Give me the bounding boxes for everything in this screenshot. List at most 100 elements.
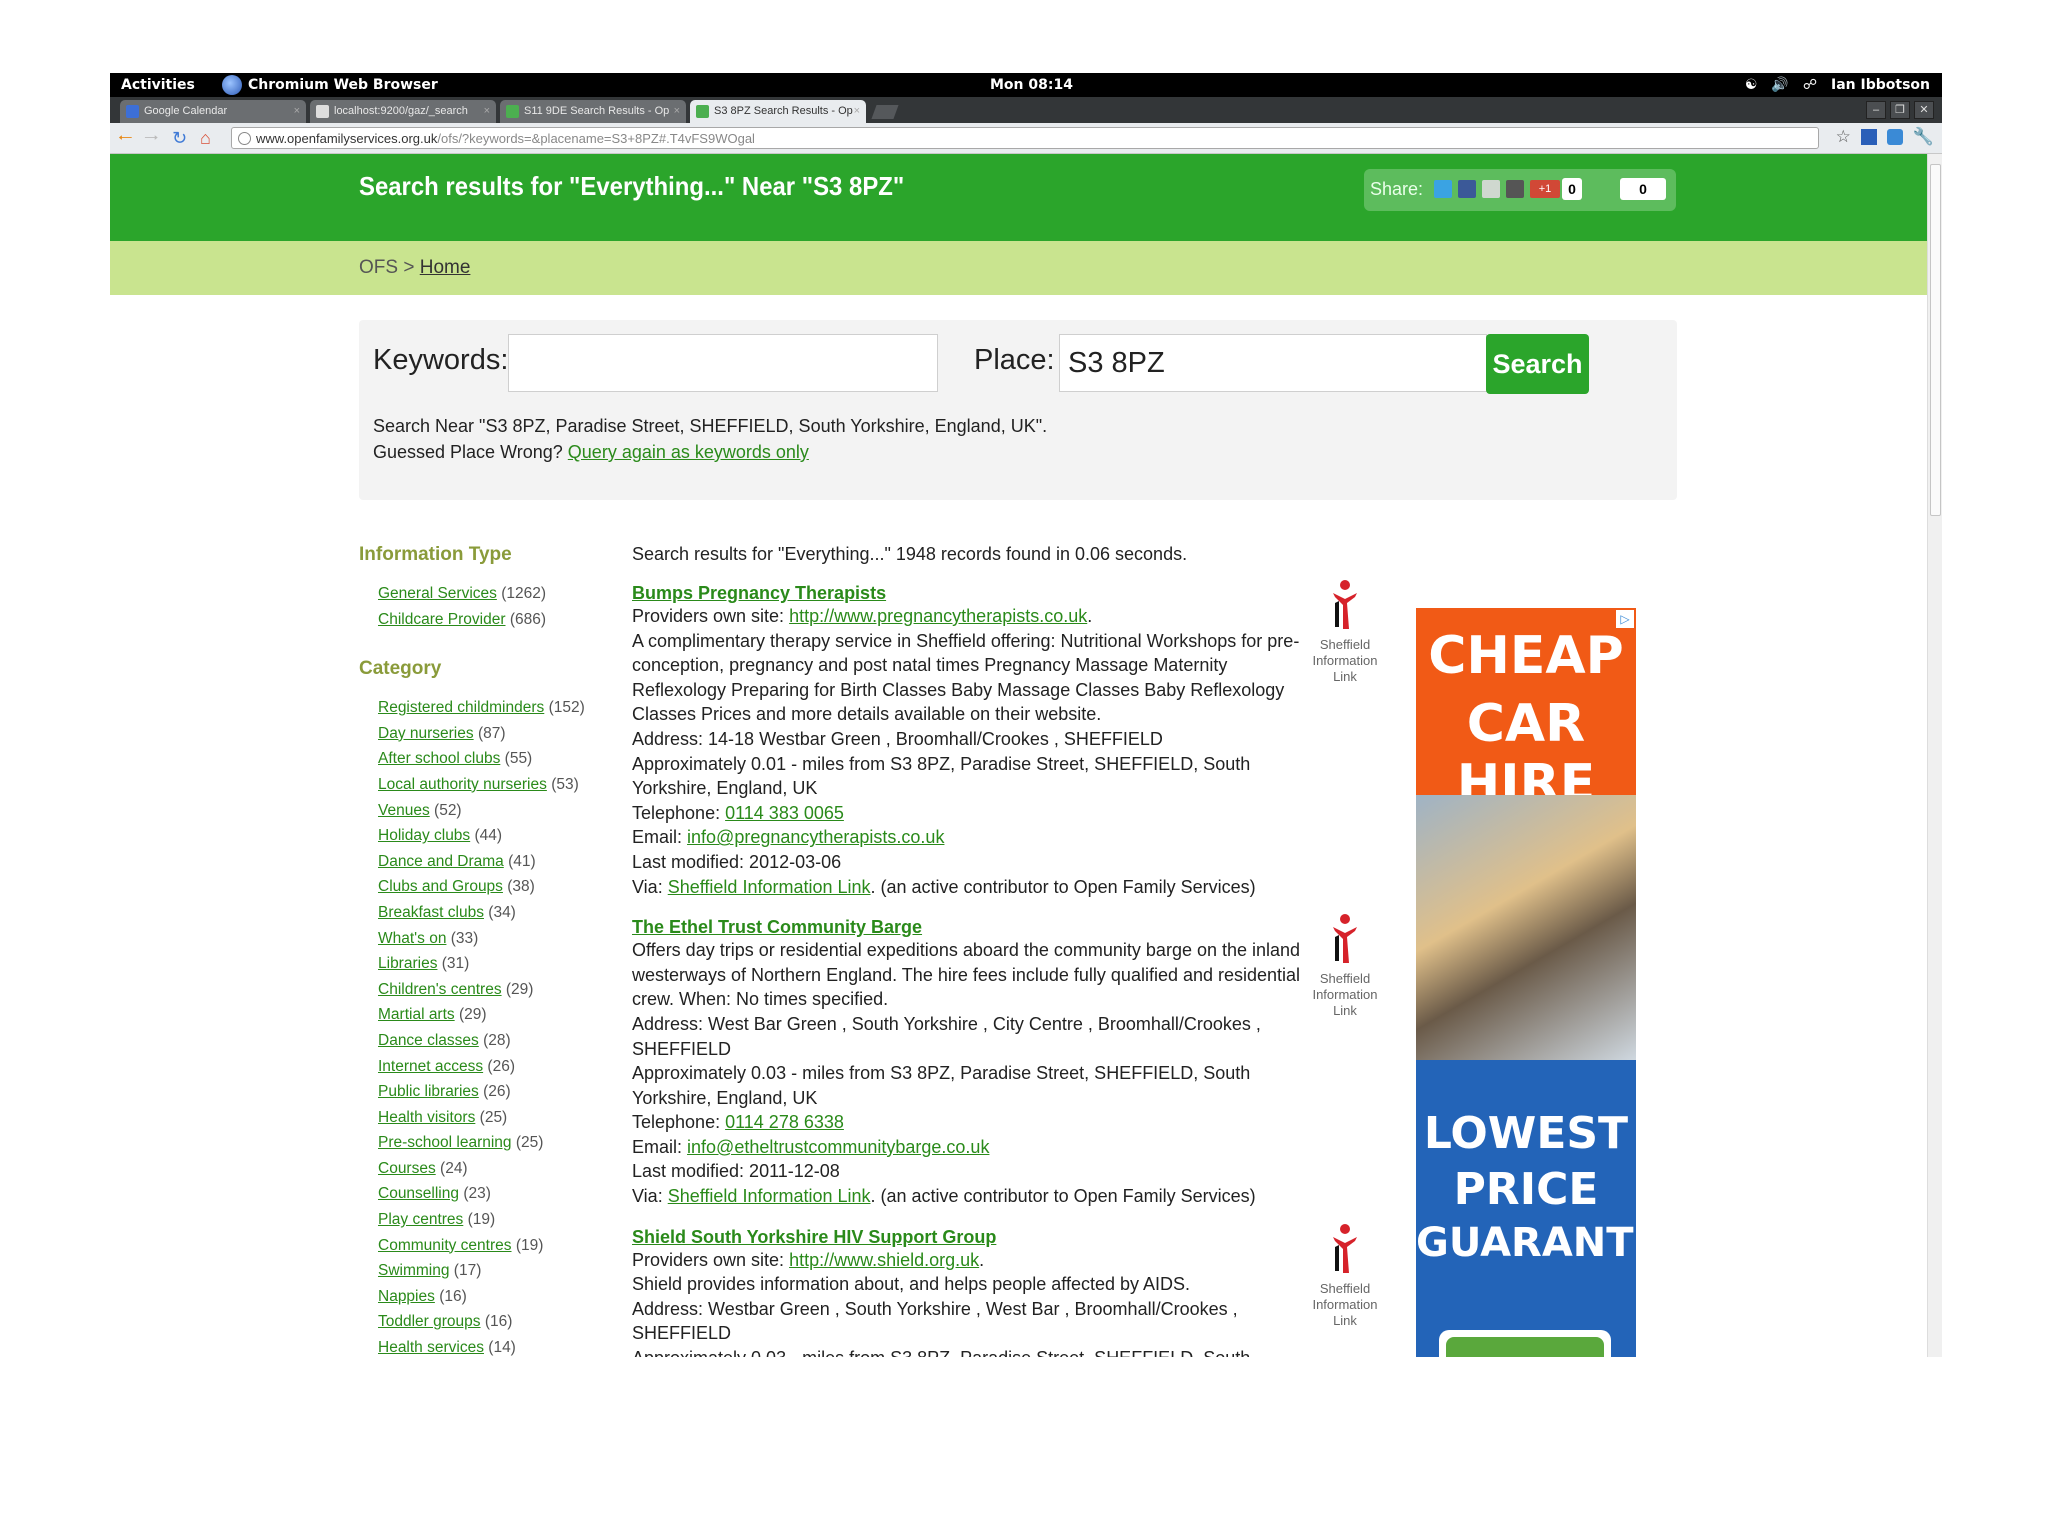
page-scrollbar[interactable] — [1927, 154, 1942, 1357]
category-facet-link[interactable]: Children's centres — [378, 981, 502, 998]
like-count: 0 — [1620, 178, 1666, 200]
print-icon[interactable] — [1506, 180, 1524, 198]
provider-site-link[interactable]: http://www.pregnancytherapists.co.uk — [789, 606, 1087, 626]
google-plus-icon[interactable]: +1 — [1530, 180, 1560, 198]
category-heading: Category — [359, 658, 442, 680]
category-facet-link[interactable]: Clubs and Groups — [378, 878, 503, 895]
category-facet-link[interactable]: After school clubs — [378, 750, 500, 767]
category-facet-link[interactable]: Play centres — [378, 1211, 463, 1228]
place-input[interactable] — [1059, 334, 1487, 392]
extension-icon[interactable] — [1860, 129, 1877, 145]
category-facet-link[interactable]: Community centres — [378, 1237, 512, 1254]
telephone-link[interactable]: 0114 383 0065 — [725, 803, 844, 823]
category-facet-link[interactable]: Martial arts — [378, 1006, 455, 1023]
result-item: Bumps Pregnancy Therapists Providers own… — [632, 580, 1378, 899]
category-facet-link[interactable]: Swimming — [378, 1262, 449, 1279]
result-address: Address: Westbar Green , South Yorkshire… — [632, 1298, 1238, 1344]
close-tab-icon[interactable]: × — [854, 100, 860, 123]
volume-icon[interactable]: 🔊 — [1771, 77, 1788, 93]
result-title-link[interactable]: The Ethel Trust Community Barge — [632, 917, 1342, 938]
category-facet-link[interactable]: Breakfast clubs — [378, 904, 484, 921]
scrollbar-thumb[interactable] — [1930, 164, 1941, 516]
result-via: Via: Sheffield Information Link. (an act… — [632, 876, 1256, 897]
back-icon[interactable]: 🠀 — [118, 127, 133, 149]
category-facet-count: (55) — [504, 750, 533, 768]
facebook-icon[interactable] — [1458, 180, 1476, 198]
wrench-menu-icon[interactable]: 🔧 — [1913, 127, 1934, 147]
adchoices-icon[interactable]: ▷ — [1616, 610, 1634, 628]
category-facet-link[interactable]: Libraries — [378, 955, 437, 972]
category-facet-link[interactable]: Dance classes — [378, 1032, 479, 1049]
ad-headline-1: CHEAP — [1428, 626, 1624, 686]
email-icon[interactable] — [1482, 180, 1500, 198]
email-link[interactable]: info@etheltrustcommunitybarge.co.uk — [687, 1137, 989, 1157]
via-link[interactable]: Sheffield Information Link — [668, 877, 871, 897]
provider-site: Providers own site: http://www.pregnancy… — [632, 606, 1093, 626]
close-tab-icon[interactable]: × — [294, 100, 300, 123]
new-tab-button[interactable] — [871, 105, 899, 119]
category-facet-link[interactable]: Internet access — [378, 1058, 483, 1075]
app-menu[interactable]: Chromium Web Browser — [248, 77, 438, 93]
ad-search-button[interactable]: Search — [1439, 1330, 1611, 1357]
tab-localhost[interactable]: localhost:9200/gaz/_search × — [310, 100, 496, 123]
keywords-input[interactable] — [508, 334, 938, 392]
minimize-icon[interactable]: – — [1866, 101, 1886, 119]
user-menu[interactable]: Ian Ibbotson — [1831, 77, 1930, 93]
search-button[interactable]: Search — [1486, 334, 1589, 394]
address-bar[interactable]: www.openfamilyservices.org.uk/ofs/?keywo… — [231, 127, 1819, 149]
clock[interactable]: Mon 08:14 — [990, 77, 1073, 93]
close-tab-icon[interactable]: × — [484, 100, 490, 123]
category-facet-link[interactable]: Health visitors — [378, 1109, 475, 1126]
info-type-facet-link[interactable]: Childcare Provider — [378, 611, 506, 628]
email-link[interactable]: info@pregnancytherapists.co.uk — [687, 827, 944, 847]
category-facet-link[interactable]: Courses — [378, 1160, 436, 1177]
result-title-link[interactable]: Shield South Yorkshire HIV Support Group — [632, 1227, 1342, 1248]
page-header: Search results for "Everything..." Near … — [110, 154, 1928, 241]
reload-icon[interactable]: ↻ — [172, 127, 187, 149]
result-title-link[interactable]: Bumps Pregnancy Therapists — [632, 583, 1342, 604]
category-facet-link[interactable]: Nappies — [378, 1288, 435, 1305]
via-link[interactable]: Sheffield Information Link — [668, 1186, 871, 1206]
activities-button[interactable]: Activities — [121, 77, 195, 93]
category-facet-link[interactable]: Counselling — [378, 1185, 459, 1202]
category-facet-link[interactable]: Holiday clubs — [378, 827, 470, 844]
sheffield-information-link-icon — [1333, 580, 1357, 629]
info-type-facet-link[interactable]: General Services — [378, 585, 497, 602]
category-facet-link[interactable]: Pre-school learning — [378, 1134, 512, 1151]
car-hire-advert[interactable]: CHEAP CAR HIRE LOWEST PRICE GUARANTEE! S… — [1416, 608, 1636, 1357]
category-facet-link[interactable]: Toddler groups — [378, 1313, 481, 1330]
provider-site-link[interactable]: http://www.shield.org.uk — [789, 1250, 979, 1270]
category-facet-link[interactable]: Health services — [378, 1339, 484, 1356]
category-facet-link[interactable]: Registered childminders — [378, 699, 544, 716]
result-modified: Last modified: 2012-03-06 — [632, 851, 842, 872]
category-facet-link[interactable]: Local authority nurseries — [378, 776, 547, 793]
tab-s11-results[interactable]: S11 9DE Search Results - Op × — [500, 100, 686, 123]
maximize-icon[interactable]: ❐ — [1890, 101, 1910, 119]
category-facet-link[interactable]: Dance and Drama — [378, 853, 504, 870]
close-window-icon[interactable]: ✕ — [1914, 101, 1934, 119]
category-facet: Breakfast clubs (34) — [378, 900, 609, 926]
twitter-icon[interactable] — [1434, 180, 1452, 198]
tab-s3-results[interactable]: S3 8PZ Search Results - Op × — [690, 100, 866, 123]
category-facet: Children's centres (29) — [378, 977, 609, 1003]
category-facet-link[interactable]: What's on — [378, 930, 446, 947]
category-facet-count: (44) — [474, 827, 503, 845]
category-facet-link[interactable]: Day nurseries — [378, 725, 474, 742]
search-panel: Keywords: Place: Search Search Near "S3 … — [359, 320, 1677, 500]
desktop-top-bar: Activities Chromium Web Browser Mon 08:1… — [110, 73, 1942, 97]
home-icon[interactable]: ⌂ — [200, 127, 211, 149]
breadcrumb-home-link[interactable]: Home — [420, 257, 471, 278]
extension-search-icon[interactable] — [1886, 129, 1903, 145]
network-icon[interactable]: ☍ — [1803, 77, 1817, 93]
forward-icon[interactable]: 🠂 — [144, 127, 159, 149]
result-distance: Approximately 0.01 - miles from S3 8PZ, … — [632, 753, 1251, 799]
category-facet-link[interactable]: Venues — [378, 802, 430, 819]
close-tab-icon[interactable]: × — [674, 100, 680, 123]
bookmark-star-icon[interactable]: ☆ — [1836, 127, 1851, 147]
telephone-link[interactable]: 0114 278 6338 — [725, 1112, 844, 1132]
accessibility-icon[interactable]: ☯ — [1745, 77, 1758, 93]
page-info-icon[interactable] — [238, 132, 251, 145]
category-facet-link[interactable]: Public libraries — [378, 1083, 479, 1100]
tab-google-calendar[interactable]: Google Calendar × — [120, 100, 306, 123]
query-as-keywords-link[interactable]: Query again as keywords only — [568, 442, 809, 462]
